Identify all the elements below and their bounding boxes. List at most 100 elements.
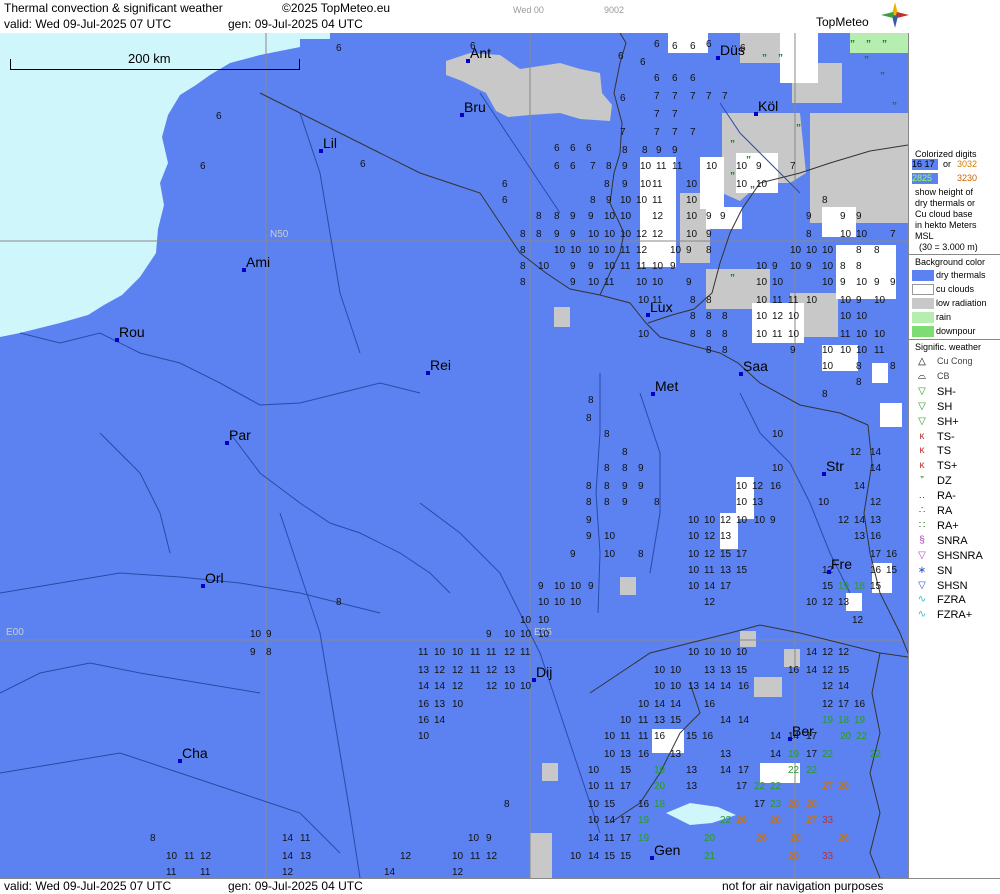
city-label[interactable]: Ant <box>470 45 491 61</box>
thermal-value: 8 <box>706 329 712 340</box>
weather-symbol-icon: ∷ <box>918 519 926 531</box>
thermal-value: 10 <box>720 647 732 658</box>
city-label[interactable]: Saa <box>743 358 768 374</box>
thermal-value: 8 <box>520 277 526 288</box>
thermal-value: 10 <box>434 647 446 658</box>
thermal-value: 33 <box>822 851 834 862</box>
city-label[interactable]: Ami <box>246 254 270 270</box>
city-label[interactable]: Rou <box>119 324 145 340</box>
thermal-value: 10 <box>756 311 768 322</box>
thermal-value: 7 <box>706 91 712 102</box>
city-label[interactable]: Dij <box>536 664 552 680</box>
thermal-value: 10 <box>736 515 748 526</box>
thermal-value: 10 <box>822 361 834 372</box>
city-label[interactable]: Cha <box>182 745 208 761</box>
weather-symbol-icon: ▽ <box>918 385 926 397</box>
thermal-value: 9 <box>570 211 576 222</box>
thermal-value: 11 <box>520 647 531 658</box>
thermal-value: 10 <box>840 311 852 322</box>
thermal-value: 10 <box>554 245 566 256</box>
thermal-value: 10 <box>538 261 550 272</box>
thermal-value: 12 <box>452 681 464 692</box>
thermal-value: 26 <box>756 833 768 844</box>
thermal-value: 10 <box>452 699 464 710</box>
thermal-value: 10 <box>604 749 616 760</box>
thermal-value: 10 <box>736 647 748 658</box>
thermal-value: 6 <box>672 73 678 84</box>
city-label[interactable]: Gen <box>654 842 680 858</box>
topmeteo-logo: TopMeteo <box>816 15 869 29</box>
thermal-value: 22 <box>770 781 782 792</box>
thermal-value: 13 <box>838 597 850 608</box>
legend-sample-4: 3230 <box>957 173 978 183</box>
thermal-value: 11 <box>604 277 615 288</box>
thermal-value: 16 <box>870 565 882 576</box>
city-label[interactable]: Str <box>826 458 844 474</box>
thermal-value: 8 <box>806 229 812 240</box>
thermal-value: 9 <box>720 211 726 222</box>
thermal-value: 10 <box>588 245 600 256</box>
thermal-value: 13 <box>418 665 430 676</box>
thermal-value: 7 <box>590 161 596 172</box>
thermal-value: 10 <box>704 515 716 526</box>
thermal-value: 16 <box>704 699 716 710</box>
thermal-value: 6 <box>586 143 592 154</box>
legend-swatch-low <box>912 298 934 309</box>
thermal-value: 10 <box>654 665 666 676</box>
thermal-value: 9 <box>622 161 628 172</box>
weather-symbol-icon: ∴ <box>918 505 926 516</box>
thermal-value: 7 <box>690 91 696 102</box>
thermal-value: 12 <box>752 481 764 492</box>
city-label[interactable]: Lil <box>323 135 337 151</box>
thermal-value: 12 <box>652 229 664 240</box>
legend-sample-2: 3032 <box>957 159 978 169</box>
weather-symbol-label: FZRA <box>937 594 966 607</box>
city-label[interactable]: Orl <box>205 570 224 586</box>
weather-symbol-icon: ∗ <box>917 564 927 576</box>
thermal-value: 14 <box>588 851 600 862</box>
thermal-value: 15 <box>720 549 732 560</box>
copyright: ©2025 TopMeteo.eu <box>282 1 391 15</box>
thermal-value: 8 <box>622 145 628 156</box>
city-label[interactable]: Köl <box>758 98 778 114</box>
thermal-value: 10 <box>688 647 700 658</box>
thermal-value: 8 <box>856 361 862 372</box>
thermal-value: 6 <box>690 41 696 52</box>
thermal-value: 15 <box>620 851 632 862</box>
legend-desc-2: dry thermals or <box>915 198 976 208</box>
thermal-value: 10 <box>856 329 868 340</box>
city-label[interactable]: Düs <box>720 42 745 58</box>
thermal-value: 12 <box>850 447 862 458</box>
thermal-value: 9 <box>686 277 692 288</box>
thermal-value: 12 <box>486 681 498 692</box>
city-label[interactable]: Fre <box>831 556 852 572</box>
drizzle-icon: ” <box>730 171 735 182</box>
thermal-value: 10 <box>636 277 648 288</box>
thermal-value: 12 <box>636 245 648 256</box>
thermal-value: 14 <box>854 481 866 492</box>
thermal-value: 10 <box>654 681 666 692</box>
city-label[interactable]: Lux <box>650 299 673 315</box>
legend-item-downpour: downpour <box>936 326 976 336</box>
thermal-value: 6 <box>336 43 342 54</box>
thermal-value: 9 <box>890 277 896 288</box>
thermal-value: 10 <box>554 597 566 608</box>
thermal-value: 16 <box>638 799 650 810</box>
city-label[interactable]: Rei <box>430 357 451 373</box>
weather-symbol-icon: ∿ <box>917 609 927 621</box>
city-label[interactable]: Par <box>229 427 251 443</box>
city-label[interactable]: Bru <box>464 99 486 115</box>
thermal-value: 18 <box>838 715 850 726</box>
thermal-value: 10 <box>570 597 582 608</box>
thermal-value: 16 <box>788 665 800 676</box>
drizzle-icon: ” <box>866 39 871 50</box>
city-label[interactable]: Ber <box>792 723 814 739</box>
weather-symbol-label: SH <box>937 400 953 413</box>
weather-map[interactable]: 200 km N50 E00 E05 666666666666777777766… <box>0 33 908 878</box>
city-label[interactable]: Met <box>655 378 678 394</box>
drizzle-icon: ” <box>882 39 887 50</box>
thermal-value: 6 <box>620 93 626 104</box>
thermal-value: 9 <box>856 211 862 222</box>
thermal-value: 9 <box>706 229 712 240</box>
thermal-value: 18 <box>854 581 866 592</box>
